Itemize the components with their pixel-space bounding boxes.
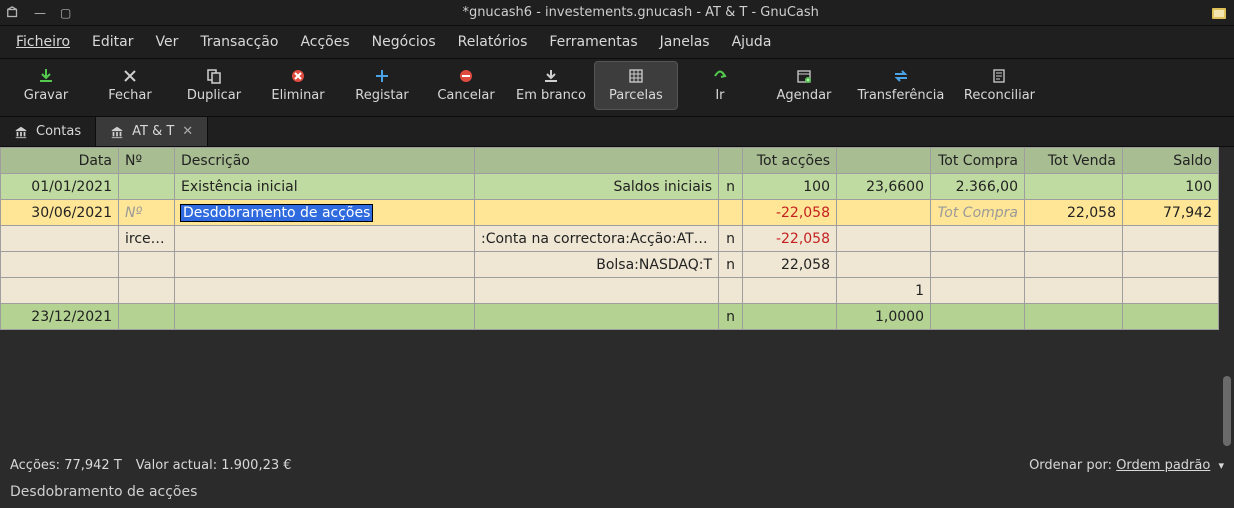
cell-no-placeholder[interactable]: Nº <box>119 200 175 226</box>
reconciliar-button[interactable]: Reconciliar <box>956 61 1043 110</box>
cell-price[interactable] <box>837 200 931 226</box>
sort-selector[interactable]: Ordenar por: Ordem padrão ▾ <box>1029 458 1224 473</box>
cell-price[interactable]: 23,6600 <box>837 174 931 200</box>
cell-flag[interactable]: n <box>719 252 743 278</box>
cell-flag[interactable]: n <box>719 226 743 252</box>
agendar-button[interactable]: Agendar <box>762 61 846 110</box>
table-row[interactable]: 30/06/2021 Nº Desdobramento de acções -2… <box>1 200 1219 226</box>
cell-sell[interactable]: 22,058 <box>1025 200 1123 226</box>
menu-negocios[interactable]: Negócios <box>362 30 446 54</box>
window-title: *gnucash6 - investements.gnucash - AT & … <box>83 5 1198 20</box>
cell-sell[interactable] <box>1025 174 1123 200</box>
status-shares: Acções: 77,942 T <box>10 458 122 473</box>
col-descricao[interactable]: Descrição <box>175 148 475 174</box>
menu-accoes[interactable]: Acções <box>290 30 359 54</box>
titlebar: — ▢ *gnucash6 - investements.gnucash - A… <box>0 0 1234 26</box>
col-blank1[interactable] <box>475 148 719 174</box>
cell-price[interactable]: 1 <box>837 278 931 304</box>
cell-date[interactable]: 01/01/2021 <box>1 174 119 200</box>
col-totaccoes[interactable]: Tot acções <box>743 148 837 174</box>
close-icon[interactable]: ✕ <box>182 124 193 139</box>
menu-ajuda[interactable]: Ajuda <box>722 30 782 54</box>
menu-ficheiro[interactable]: Ficheiro <box>6 30 80 54</box>
cell-balance[interactable]: 77,942 <box>1123 200 1219 226</box>
cell-buy-placeholder[interactable]: Tot Compra <box>931 200 1025 226</box>
status-bar: Acções: 77,942 T Valor actual: 1.900,23 … <box>0 452 1234 478</box>
menu-ver[interactable]: Ver <box>145 30 188 54</box>
cell-buy[interactable]: 2.366,00 <box>931 174 1025 200</box>
ir-button[interactable]: Ir <box>678 61 762 110</box>
app-menu-icon[interactable] <box>6 6 20 20</box>
tab-contas[interactable]: Contas <box>0 117 96 146</box>
registar-button[interactable]: Registar <box>340 61 424 110</box>
col-data[interactable]: Data <box>1 148 119 174</box>
cancelar-button[interactable]: Cancelar <box>424 61 508 110</box>
gravar-button[interactable]: Gravar <box>4 61 88 110</box>
cell-acct[interactable]: :Conta na correctora:Acção:AT & T <box>475 226 719 252</box>
cell-shares[interactable]: 22,058 <box>743 252 837 278</box>
col-totcompra[interactable]: Tot Compra <box>931 148 1025 174</box>
cell-flag[interactable]: n <box>719 304 743 330</box>
parcelas-button[interactable]: Parcelas <box>594 61 678 110</box>
menu-transaccao[interactable]: Transacção <box>190 30 288 54</box>
vertical-scrollbar[interactable] <box>1220 147 1234 452</box>
status-message: Desdobramento de acções <box>0 478 1234 508</box>
table-row[interactable]: Bolsa:NASDAQ:T n 22,058 <box>1 252 1219 278</box>
cell-no[interactable] <box>119 174 175 200</box>
col-blank3[interactable] <box>837 148 931 174</box>
table-row[interactable]: 23/12/2021 n 1,0000 <box>1 304 1219 330</box>
fechar-button[interactable]: Fechar <box>88 61 172 110</box>
window-maximize-icon[interactable]: ▢ <box>60 6 71 20</box>
cell-acct[interactable]: Saldos iniciais <box>475 174 719 200</box>
col-blank2[interactable] <box>719 148 743 174</box>
app-logo-icon <box>1210 4 1228 22</box>
chevron-down-icon: ▾ <box>1218 459 1224 472</box>
header-row[interactable]: Data Nº Descrição Tot acções Tot Compra … <box>1 148 1219 174</box>
register-table[interactable]: Data Nº Descrição Tot acções Tot Compra … <box>0 147 1220 452</box>
menu-janelas[interactable]: Janelas <box>650 30 720 54</box>
cell-balance[interactable]: 100 <box>1123 174 1219 200</box>
bank-icon <box>14 125 28 139</box>
col-totvenda[interactable]: Tot Venda <box>1025 148 1123 174</box>
col-no[interactable]: Nº <box>119 148 175 174</box>
embranco-button[interactable]: Em branco <box>508 61 594 110</box>
cell-flag[interactable]: n <box>719 174 743 200</box>
col-saldo[interactable]: Saldo <box>1123 148 1219 174</box>
table-row[interactable]: 1 <box>1 278 1219 304</box>
cell-shares[interactable]: 100 <box>743 174 837 200</box>
status-value: Valor actual: 1.900,23 € <box>136 458 292 473</box>
cell-price[interactable]: 1,0000 <box>837 304 931 330</box>
cell-shares[interactable]: -22,058 <box>743 226 837 252</box>
menu-ferramentas[interactable]: Ferramentas <box>539 30 647 54</box>
bank-icon <box>110 125 124 139</box>
eliminar-button[interactable]: Eliminar <box>256 61 340 110</box>
cell-flag[interactable] <box>719 200 743 226</box>
cell-desc[interactable]: Desdobramento de acções <box>175 200 475 226</box>
duplicar-button[interactable]: Duplicar <box>172 61 256 110</box>
table-row[interactable]: 01/01/2021 Existência inicial Saldos ini… <box>1 174 1219 200</box>
menu-editar[interactable]: Editar <box>82 30 143 54</box>
cell-date[interactable]: 30/06/2021 <box>1 200 119 226</box>
scrollbar-thumb[interactable] <box>1223 376 1231 446</box>
tab-bar: Contas AT & T ✕ <box>0 117 1234 147</box>
toolbar: Gravar Fechar Duplicar Eliminar Registar… <box>0 59 1234 117</box>
menubar: Ficheiro Editar Ver Transacção Acções Ne… <box>0 26 1234 59</box>
tab-att[interactable]: AT & T ✕ <box>96 117 208 146</box>
transferencia-button[interactable]: Transferência <box>846 61 956 110</box>
cell-shares[interactable]: -22,058 <box>743 200 837 226</box>
cell-acct[interactable]: Bolsa:NASDAQ:T <box>475 252 719 278</box>
cell-split-label[interactable]: ircelas <box>119 226 175 252</box>
selected-desc[interactable]: Desdobramento de acções <box>181 205 372 221</box>
menu-relatorios[interactable]: Relatórios <box>448 30 538 54</box>
table-row[interactable]: ircelas :Conta na correctora:Acção:AT & … <box>1 226 1219 252</box>
cell-acct[interactable] <box>475 200 719 226</box>
cell-desc[interactable]: Existência inicial <box>175 174 475 200</box>
window-minimize-icon[interactable]: — <box>34 6 46 20</box>
cell-date[interactable]: 23/12/2021 <box>1 304 119 330</box>
